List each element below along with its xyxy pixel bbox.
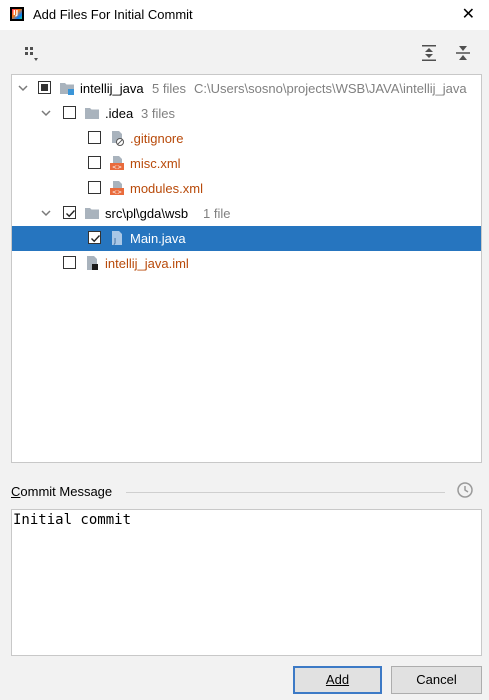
- title-bar: Add Files For Initial Commit ✕: [0, 0, 489, 30]
- collapse-all-icon[interactable]: [454, 44, 472, 62]
- main-checkbox[interactable]: [88, 231, 101, 244]
- expand-arrow-icon[interactable]: [40, 207, 52, 219]
- xml-file-icon: <>: [109, 180, 125, 196]
- cancel-button[interactable]: Cancel: [391, 666, 482, 694]
- svg-text:<>: <>: [112, 189, 122, 196]
- expand-all-icon[interactable]: [420, 44, 438, 62]
- root-path: C:\Users\sosno\projects\WSB\JAVA\intelli…: [194, 81, 467, 96]
- intellij-app-icon: [10, 7, 24, 21]
- java-file-icon: J: [109, 230, 125, 246]
- modules-label: modules.xml: [130, 181, 203, 196]
- folder-icon: [84, 205, 100, 221]
- gitignore-checkbox[interactable]: [88, 131, 101, 144]
- tree-row-root[interactable]: intellij_java 5 files C:\Users\sosno\pro…: [12, 76, 481, 101]
- module-folder-icon: [59, 80, 75, 96]
- tree-row-src[interactable]: src\pl\gda\wsb 1 file: [12, 201, 481, 226]
- misc-checkbox[interactable]: [88, 156, 101, 169]
- tree-row-main[interactable]: J Main.java: [12, 226, 481, 251]
- expand-arrow-icon[interactable]: [17, 82, 29, 94]
- close-icon[interactable]: ✕: [462, 4, 475, 23]
- tree-row-gitignore[interactable]: .gitignore: [12, 126, 481, 151]
- svg-text:J: J: [113, 237, 116, 245]
- gitignore-label: .gitignore: [130, 131, 184, 146]
- xml-file-icon: <>: [109, 155, 125, 171]
- group-by-icon[interactable]: [23, 44, 41, 62]
- iml-label: intellij_java.iml: [105, 256, 189, 271]
- commit-message-label-rest: ommit Message: [20, 484, 113, 499]
- root-file-count: 5 files: [152, 81, 186, 96]
- modules-checkbox[interactable]: [88, 181, 101, 194]
- src-folder-label: src\pl\gda\wsb: [105, 206, 189, 221]
- expand-arrow-icon[interactable]: [40, 107, 52, 119]
- dialog-title: Add Files For Initial Commit: [33, 7, 193, 22]
- history-icon[interactable]: [456, 481, 474, 499]
- folder-icon: [84, 105, 100, 121]
- idea-folder-label: .idea: [105, 106, 134, 121]
- main-java-label: Main.java: [130, 231, 186, 246]
- misc-label: misc.xml: [130, 156, 181, 171]
- iml-checkbox[interactable]: [63, 256, 76, 269]
- tree-row-misc[interactable]: <> misc.xml: [12, 151, 481, 176]
- commit-message-input[interactable]: Initial commit: [11, 509, 482, 656]
- changes-tree[interactable]: intellij_java 5 files C:\Users\sosno\pro…: [11, 74, 482, 463]
- src-file-count: 1 file: [203, 206, 231, 221]
- commit-message-text[interactable]: Initial commit: [13, 512, 131, 528]
- separator: [126, 492, 445, 493]
- idea-file-count: 3 files: [141, 106, 175, 121]
- commit-message-label: Commit Message: [11, 484, 113, 499]
- tree-row-iml[interactable]: intellij_java.iml: [12, 251, 481, 276]
- root-checkbox[interactable]: [38, 81, 51, 94]
- idea-checkbox[interactable]: [63, 106, 76, 119]
- svg-text:<>: <>: [112, 164, 122, 171]
- add-button[interactable]: Add: [293, 666, 382, 694]
- tree-row-modules[interactable]: <> modules.xml: [12, 176, 481, 201]
- root-folder-label: intellij_java: [80, 81, 144, 96]
- src-checkbox[interactable]: [63, 206, 76, 219]
- tree-row-idea[interactable]: .idea 3 files: [12, 101, 481, 126]
- module-file-icon: [84, 255, 100, 271]
- add-button-label: Add: [325, 672, 350, 687]
- ignore-file-icon: [109, 130, 125, 146]
